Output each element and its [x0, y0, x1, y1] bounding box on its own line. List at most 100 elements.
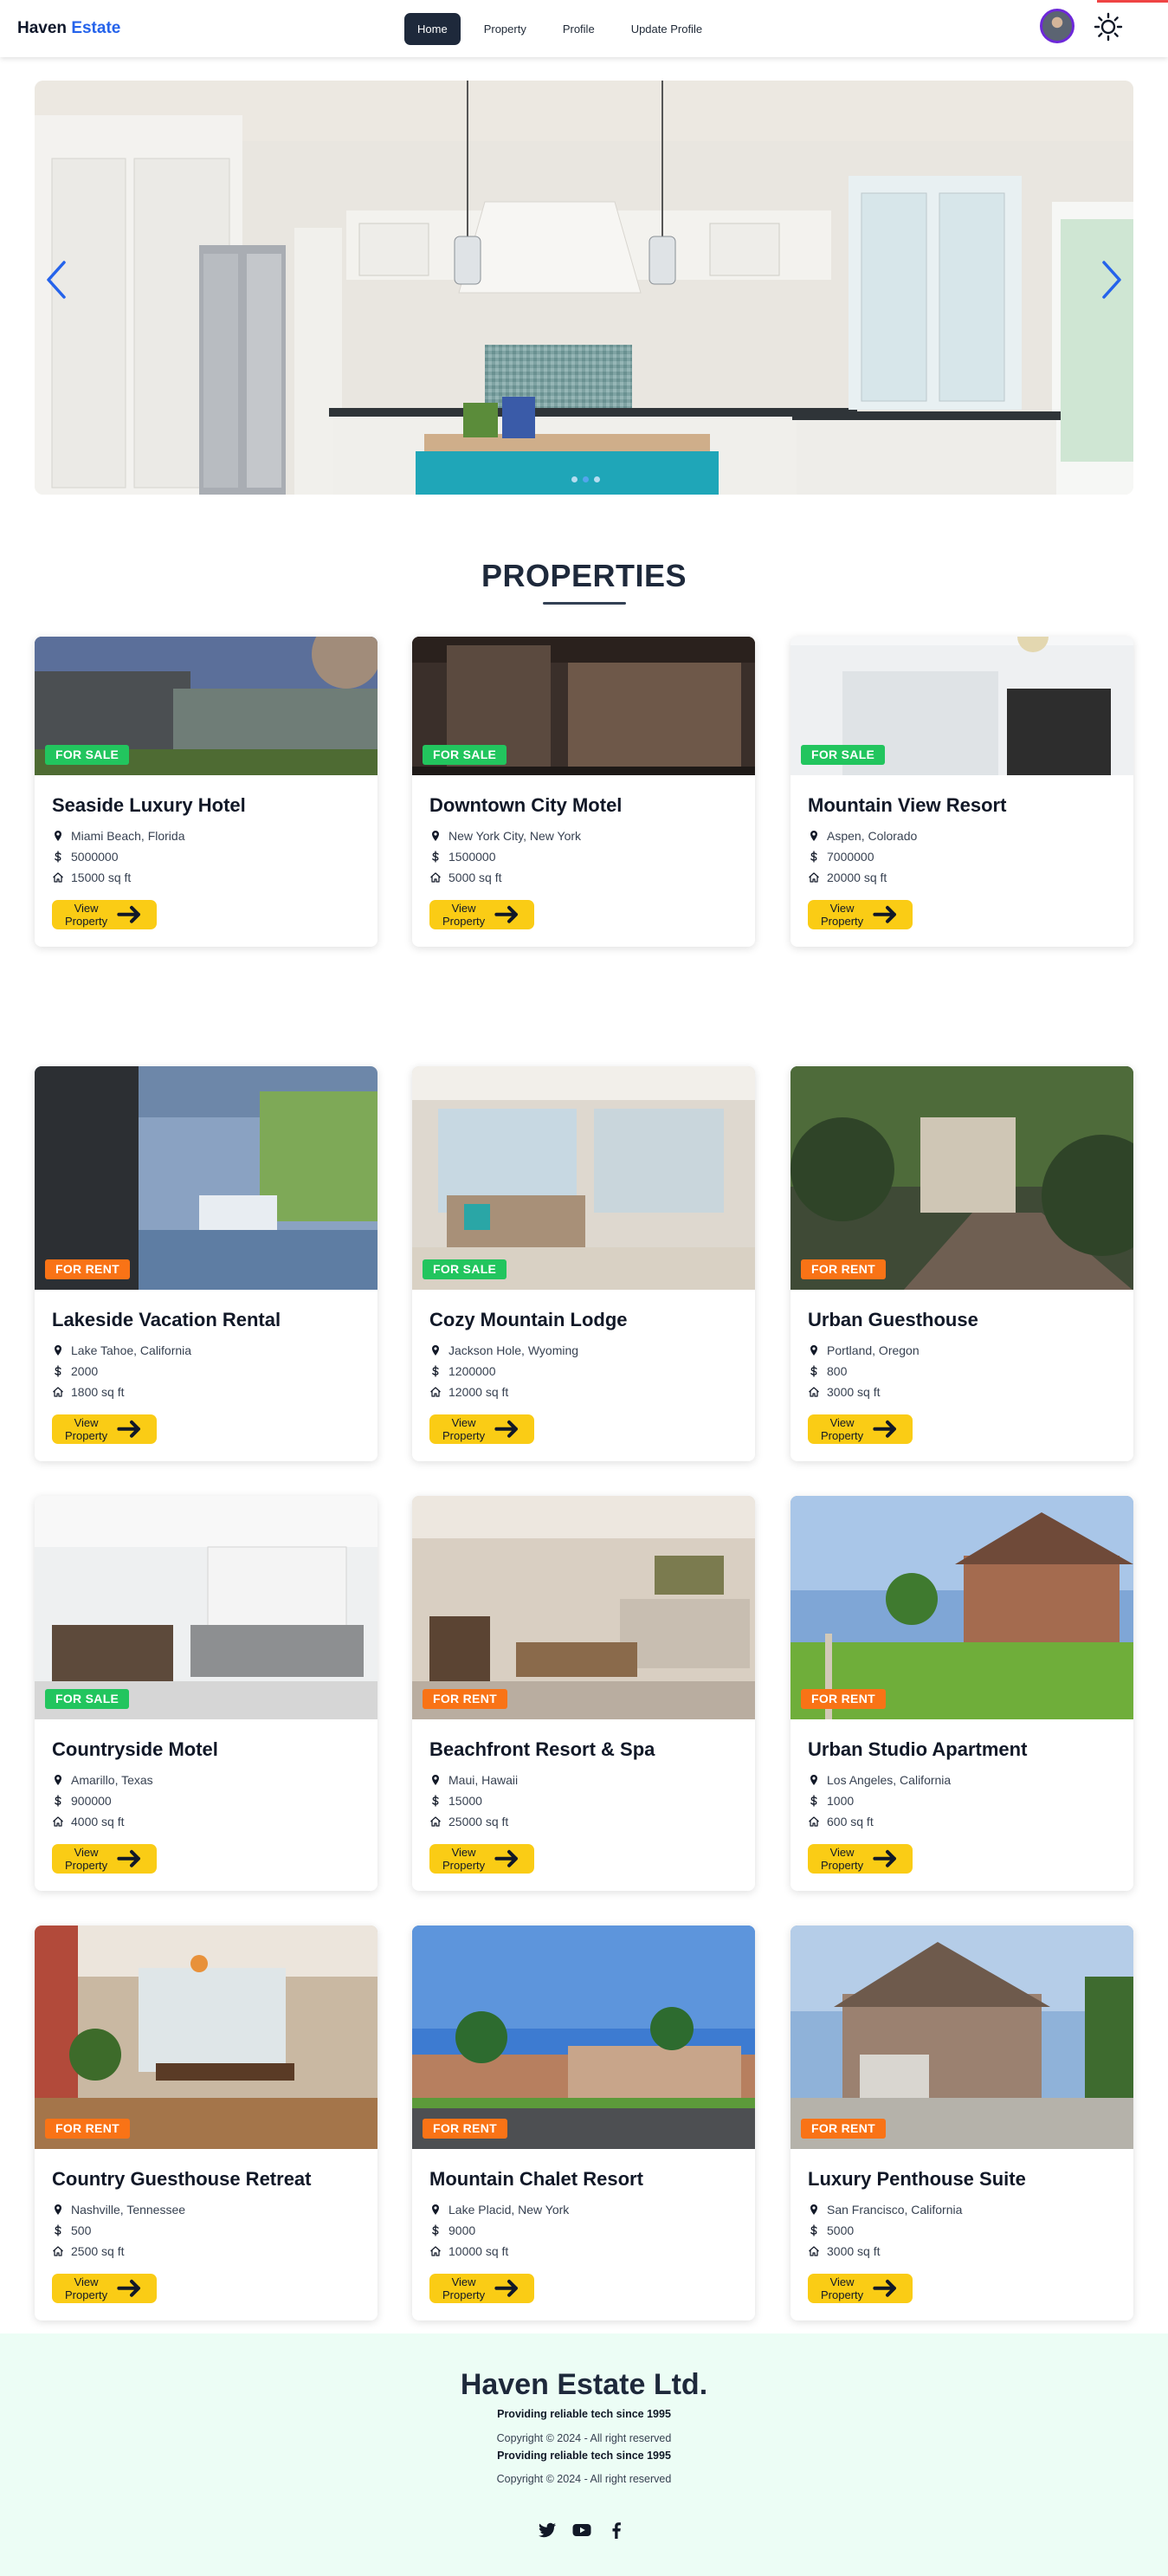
location-text: Portland, Oregon: [827, 1343, 920, 1357]
property-area: 20000 sq ft: [808, 867, 1116, 888]
facebook-icon[interactable]: [606, 2520, 627, 2540]
nav-link-property[interactable]: Property: [471, 13, 539, 45]
view-property-button[interactable]: View Property: [429, 1414, 534, 1444]
property-location: Portland, Oregon: [808, 1340, 1116, 1361]
location-text: Jackson Hole, Wyoming: [448, 1343, 579, 1357]
card-body: Mountain View Resort Aspen, Colorado 70000…: [790, 775, 1133, 947]
home-icon: [809, 2246, 819, 2256]
property-price: 500: [52, 2220, 360, 2241]
view-property-button[interactable]: View Property: [429, 2274, 534, 2303]
property-area: 10000 sq ft: [429, 2241, 738, 2262]
home-icon: [53, 872, 63, 883]
property-card: FOR RENT Country Guesthouse Retreat Nashvi…: [35, 1926, 378, 2320]
property-card: FOR RENT Lakeside Vacation Rental Lake Tah…: [35, 1066, 378, 1461]
view-property-button[interactable]: View Property: [808, 1844, 913, 1874]
view-property-button[interactable]: View Property: [52, 1414, 157, 1444]
property-card: FOR RENT Beachfront Resort & Spa Maui, Haw…: [412, 1496, 755, 1891]
view-property-button[interactable]: View Property: [52, 2274, 157, 2303]
view-property-button[interactable]: View Property: [429, 1844, 534, 1874]
arrow-right-icon: [873, 1421, 897, 1438]
brand-logo[interactable]: Haven Estate: [17, 19, 120, 38]
chevron-left-icon[interactable]: [40, 254, 74, 306]
youtube-icon[interactable]: [571, 2520, 592, 2540]
map-pin-icon: [810, 2204, 817, 2215]
view-property-button[interactable]: View Property: [808, 2274, 913, 2303]
map-pin-icon: [432, 831, 439, 841]
location-text: San Francisco, California: [827, 2203, 963, 2217]
view-property-button[interactable]: View Property: [52, 900, 157, 929]
view-property-button[interactable]: View Property: [808, 1414, 913, 1444]
price-text: 5000000: [71, 850, 119, 864]
nav-link-home[interactable]: Home: [404, 13, 461, 45]
property-area: 25000 sq ft: [429, 1811, 738, 1832]
carousel-dot[interactable]: [594, 476, 600, 482]
area-text: 2500 sq ft: [71, 2244, 125, 2258]
property-area: 1800 sq ft: [52, 1382, 360, 1402]
view-property-button[interactable]: View Property: [808, 900, 913, 929]
property-price: 7000000: [808, 846, 1116, 867]
property-location: Lake Placid, New York: [429, 2199, 738, 2220]
nav-link-update-profile[interactable]: Update Profile: [618, 13, 715, 45]
property-title: Country Guesthouse Retreat: [52, 2168, 312, 2190]
status-badge: FOR SALE: [45, 745, 130, 765]
twitter-icon[interactable]: [537, 2520, 558, 2540]
status-badge: FOR RENT: [45, 2119, 130, 2139]
dollar-icon: [432, 2224, 439, 2236]
area-text: 20000 sq ft: [827, 871, 887, 884]
status-badge: FOR RENT: [801, 1259, 886, 1279]
home-icon: [53, 1816, 63, 1827]
view-property-button[interactable]: View Property: [429, 900, 534, 929]
user-avatar[interactable]: [1040, 9, 1074, 43]
map-pin-icon: [55, 2204, 61, 2215]
arrow-right-icon: [117, 1421, 141, 1438]
property-title: Seaside Luxury Hotel: [52, 794, 246, 816]
property-card: FOR SALE Mountain View Resort Aspen, Color…: [790, 637, 1133, 947]
property-price: 900000: [52, 1790, 360, 1811]
nav-link-profile[interactable]: Profile: [550, 13, 608, 45]
arrow-right-icon: [117, 906, 141, 923]
carousel-dot-active[interactable]: [583, 476, 589, 482]
home-icon: [430, 2246, 441, 2256]
property-area: 3000 sq ft: [808, 1382, 1116, 1402]
card-body: Urban Studio Apartment Los Angeles, Calif…: [790, 1719, 1133, 1891]
home-icon: [430, 872, 441, 883]
view-property-label: View Property: [821, 2275, 864, 2301]
view-property-label: View Property: [65, 2275, 108, 2301]
arrow-right-icon: [117, 2280, 141, 2297]
home-icon: [430, 1816, 441, 1827]
view-property-button[interactable]: View Property: [52, 1844, 157, 1874]
home-icon: [809, 1816, 819, 1827]
dollar-icon: [432, 1365, 439, 1377]
section-title: PROPERTIES: [481, 558, 687, 593]
card-body: Downtown City Motel New York City, New Yo…: [412, 775, 755, 947]
arrow-right-icon: [873, 906, 897, 923]
carousel-dot[interactable]: [571, 476, 578, 482]
property-title: Luxury Penthouse Suite: [808, 2168, 1026, 2190]
view-property-label: View Property: [442, 1416, 486, 1442]
property-title: Countryside Motel: [52, 1738, 218, 1760]
footer-copyright-2: Copyright © 2024 - All right reserved: [496, 2473, 672, 2485]
property-title: Downtown City Motel: [429, 794, 623, 816]
property-card: FOR SALE Seaside Luxury Hotel Miami Beach,…: [35, 637, 378, 947]
dollar-icon: [810, 1795, 817, 1807]
area-text: 3000 sq ft: [827, 2244, 881, 2258]
view-property-label: View Property: [442, 2275, 486, 2301]
sun-icon[interactable]: [1094, 12, 1123, 42]
view-property-label: View Property: [442, 902, 486, 928]
view-property-label: View Property: [442, 1846, 486, 1872]
price-text: 500: [71, 2223, 92, 2237]
property-location: Los Angeles, California: [808, 1770, 1116, 1790]
chevron-right-icon[interactable]: [1094, 254, 1128, 306]
property-location: San Francisco, California: [808, 2199, 1116, 2220]
property-price: 1200000: [429, 1361, 738, 1382]
property-price: 2000: [52, 1361, 360, 1382]
property-price: 800: [808, 1361, 1116, 1382]
arrow-right-icon: [494, 906, 519, 923]
property-location: Amarillo, Texas: [52, 1770, 360, 1790]
map-pin-icon: [810, 1775, 817, 1785]
home-icon: [430, 1387, 441, 1397]
home-icon: [809, 1387, 819, 1397]
property-card: FOR SALE Countryside Motel Amarillo, Texas…: [35, 1496, 378, 1891]
area-text: 5000 sq ft: [448, 871, 502, 884]
status-badge: FOR SALE: [423, 1259, 507, 1279]
